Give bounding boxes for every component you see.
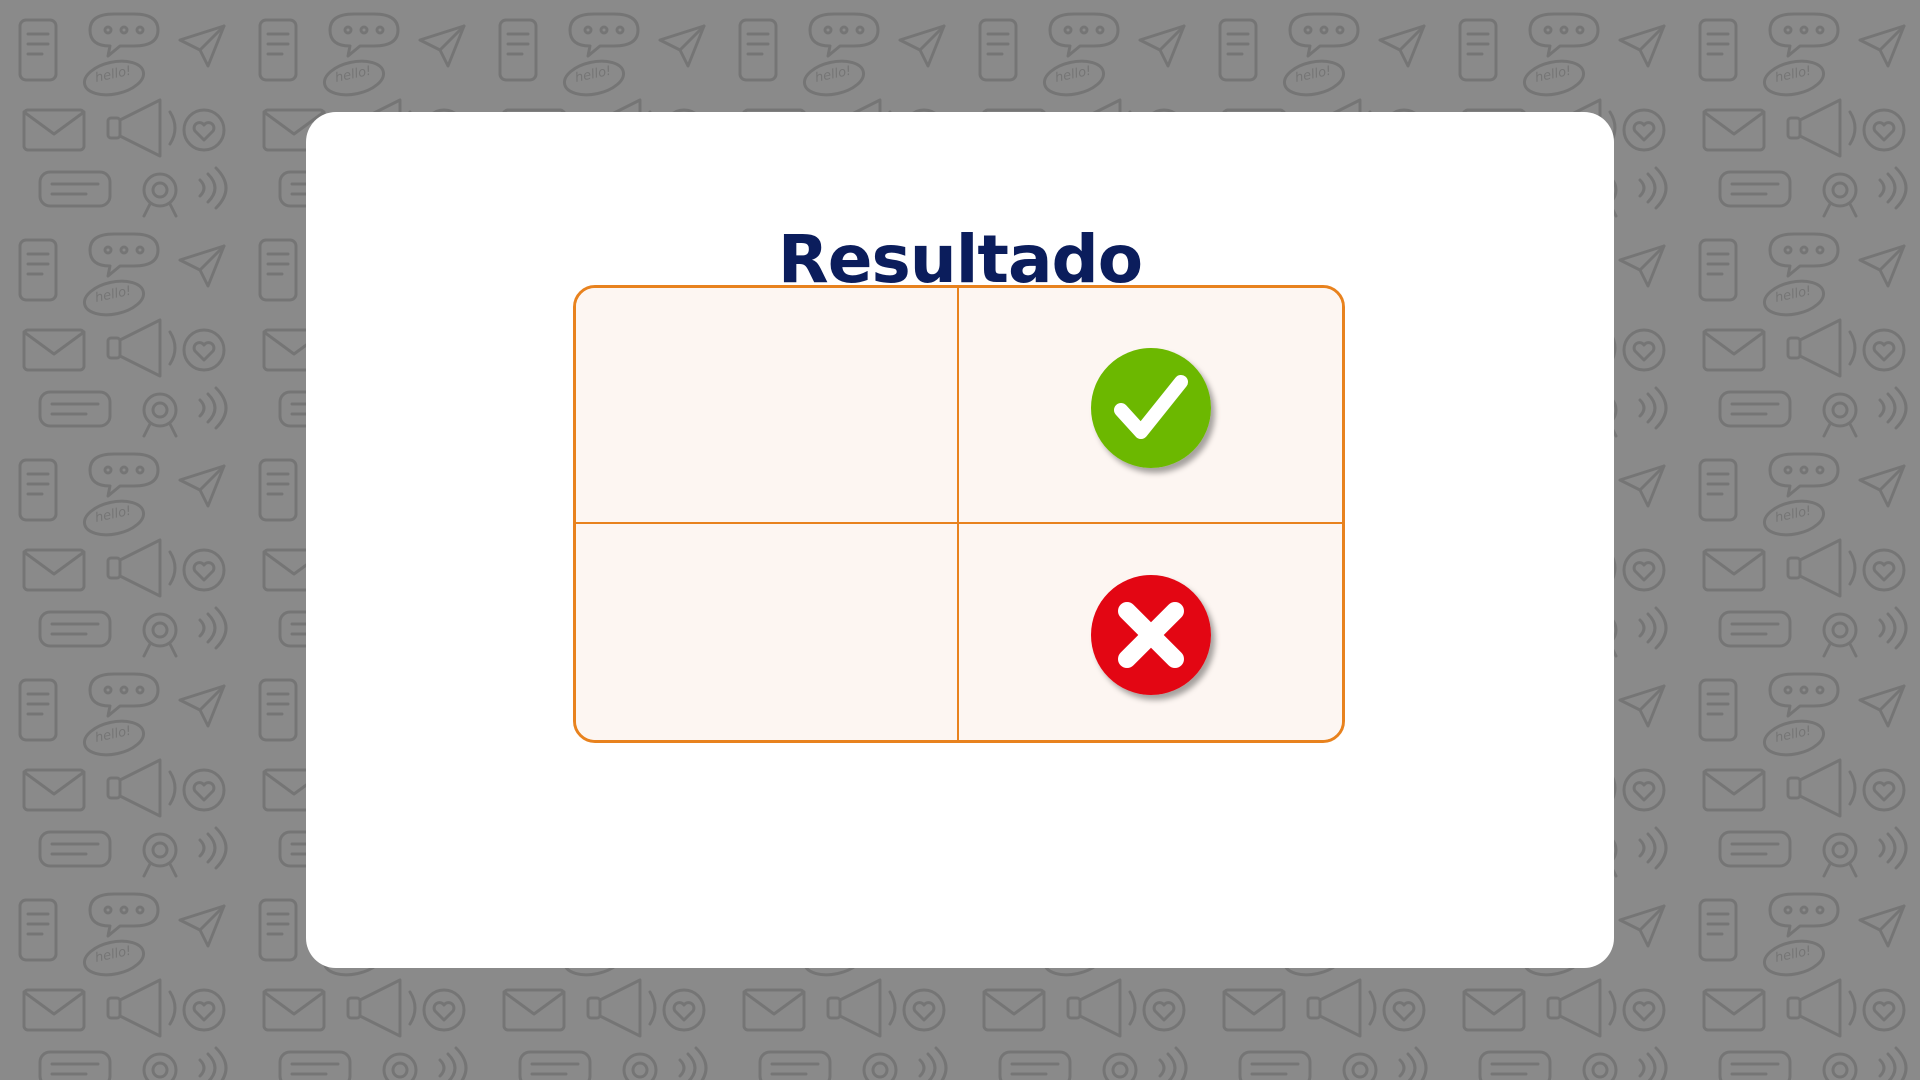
- row-2-status-cell: [959, 524, 1342, 740]
- check-icon: [1090, 348, 1211, 468]
- result-table: [573, 285, 1345, 743]
- row-1-label-cell: [576, 288, 959, 524]
- x-icon: [1090, 575, 1211, 695]
- row-1-status-cell: [959, 288, 1342, 524]
- row-2-label-cell: [576, 524, 959, 740]
